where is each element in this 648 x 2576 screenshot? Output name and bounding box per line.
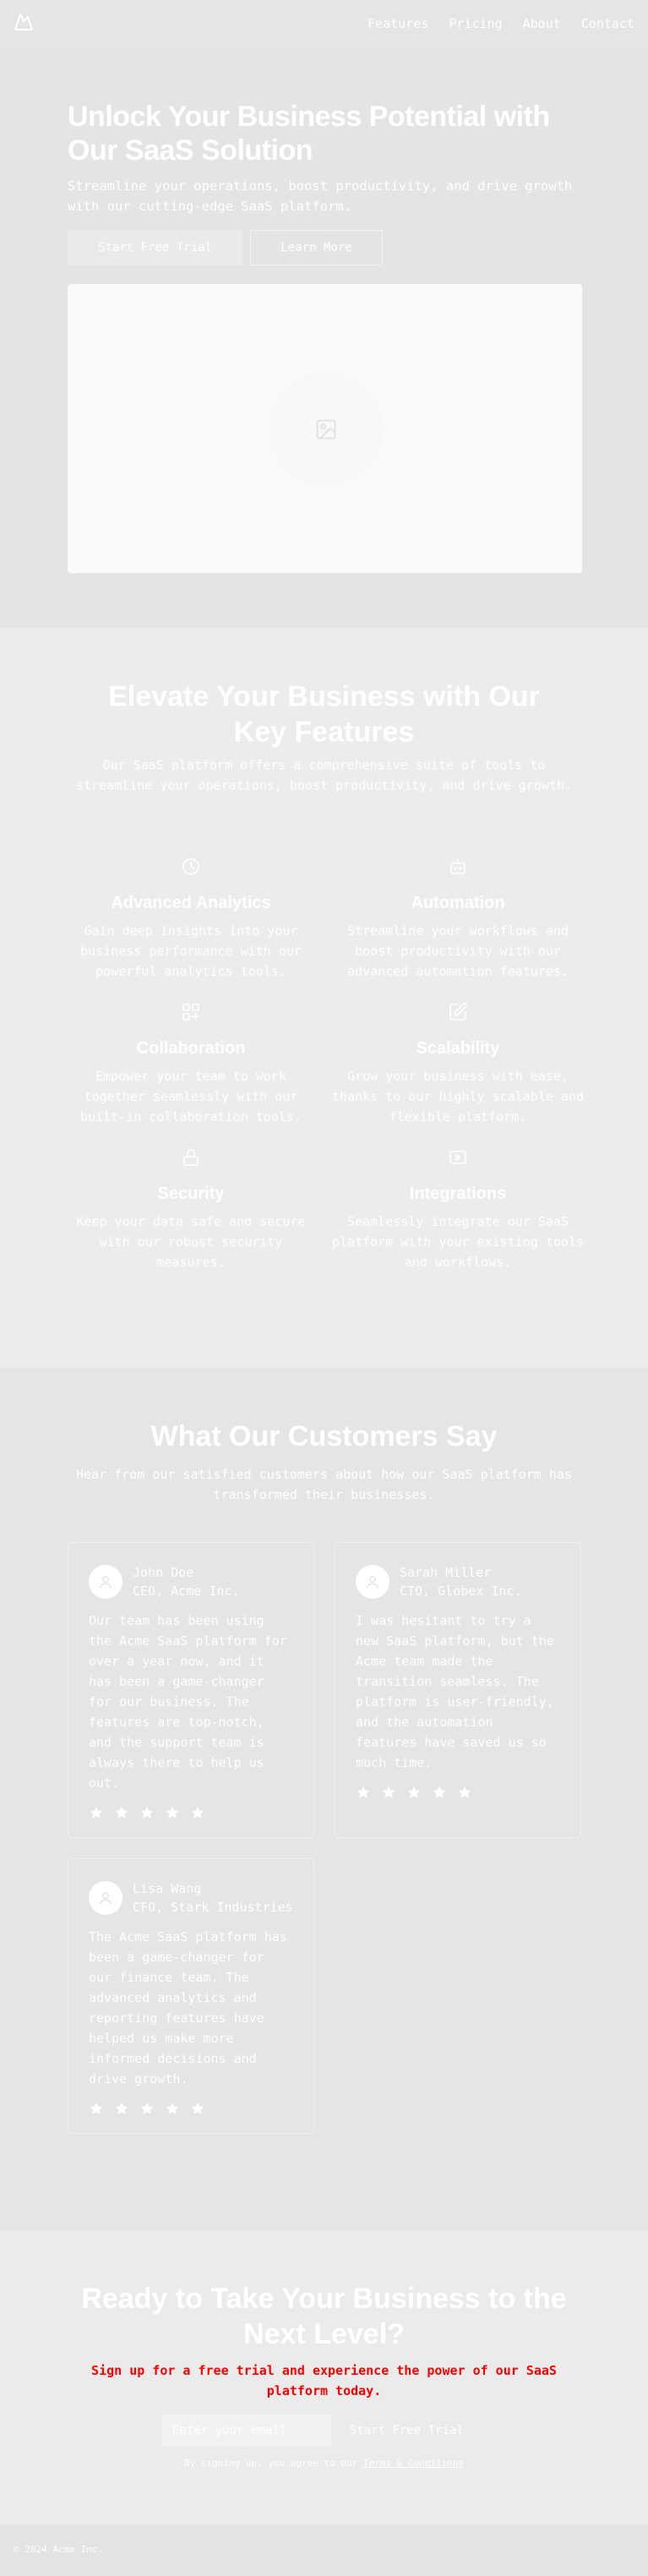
testimonial-quote: The Acme SaaS platform has been a game-c…: [89, 1929, 287, 2087]
star-icon: [433, 1786, 446, 1798]
testimonial-author: John Doe CEO, Acme Inc.: [89, 1563, 293, 1600]
testimonial-card: Lisa Wang CFO, Stark Industries The Acme…: [68, 1858, 314, 2134]
star-rating: [356, 1785, 560, 1800]
learn-more-button[interactable]: Learn More: [250, 230, 383, 265]
features-section: Elevate Your Business with Our Key Featu…: [0, 628, 648, 1368]
star-icon: [140, 2102, 154, 2114]
feature-title: Scalability: [416, 1039, 500, 1058]
author-name: Sarah Miller: [400, 1565, 492, 1580]
author-name: John Doe: [133, 1565, 194, 1580]
feature-title: Integrations: [409, 1184, 507, 1203]
testimonial-card: John Doe CEO, Acme Inc. Our team has bee…: [68, 1542, 314, 1838]
bot-icon: [450, 859, 466, 874]
star-icon: [357, 1786, 370, 1798]
nav-link-pricing[interactable]: Pricing: [449, 16, 502, 31]
user-icon: [366, 1576, 379, 1589]
cta-start-free-trial-button[interactable]: Start Free Trial: [340, 2415, 487, 2447]
feature-card-security: Security Keep your data safe and secure …: [64, 1147, 318, 1272]
feature-description: Gain deep insights into your business pe…: [80, 923, 302, 979]
star-icon: [191, 2102, 204, 2114]
nav-link-contact[interactable]: Contact: [581, 16, 634, 31]
main-nav: Features Pricing About Contact: [368, 16, 634, 31]
testimonials-section: What Our Customers Say Hear from our sat…: [0, 1368, 648, 2230]
terms-link[interactable]: Terms & Conditions: [363, 2458, 464, 2469]
lock-icon: [183, 1149, 199, 1166]
star-icon: [191, 1806, 204, 1819]
feature-title: Collaboration: [136, 1039, 246, 1058]
star-icon: [166, 1806, 179, 1819]
testimonial-card: Sarah Miller CTO, Globex Inc. I was hesi…: [335, 1542, 581, 1838]
testimonial-quote: Our team has been using the Acme SaaS pl…: [89, 1613, 287, 1791]
feature-card-scalability: Scalability Grow your business with ease…: [331, 1002, 585, 1127]
cta-title: Ready to Take Your Business to the Next …: [81, 2283, 567, 2350]
avatar: [89, 1565, 123, 1599]
gauge-icon: [182, 858, 199, 875]
start-free-trial-button[interactable]: Start Free Trial: [68, 230, 242, 265]
star-icon: [115, 1806, 128, 1819]
layout-grid-icon: [182, 1004, 199, 1020]
nav-link-features[interactable]: Features: [368, 16, 428, 31]
feature-card-collaboration: Collaboration Empower your team to work …: [64, 1002, 318, 1127]
feature-description: Grow your business with ease, thanks to …: [331, 1069, 584, 1124]
feature-card-integrations: Integrations Seamlessly integrate our Sa…: [331, 1147, 585, 1272]
hero-section: Unlock Your Business Potential with Our …: [0, 47, 648, 628]
avatar: [89, 1881, 123, 1915]
star-rating: [89, 1805, 293, 1820]
email-input[interactable]: [162, 2415, 331, 2447]
feature-card-automation: Automation Streamline your workflows and…: [331, 856, 585, 982]
feature-description: Seamlessly integrate our SaaS platform w…: [331, 1214, 584, 1270]
hero-subtitle: Streamline your operations, boost produc…: [68, 178, 573, 214]
feature-title: Advanced Analytics: [111, 894, 271, 912]
star-icon: [140, 1806, 154, 1819]
hero-title: Unlock Your Business Potential with Our …: [68, 101, 550, 167]
feature-description: Streamline your workflows and boost prod…: [347, 923, 569, 979]
site-footer: © 2024 Acme Inc.: [0, 2524, 648, 2576]
site-header: Features Pricing About Contact: [0, 0, 648, 47]
integration-icon: [449, 1151, 466, 1164]
star-rating: [89, 2101, 293, 2116]
terms-notice-text: By signing up, you agree to our: [183, 2458, 363, 2469]
mountain-icon[interactable]: [14, 12, 34, 36]
user-icon: [99, 1892, 112, 1905]
star-icon: [458, 1786, 471, 1798]
author-role: CTO, Globex Inc.: [400, 1583, 522, 1599]
star-icon: [407, 1786, 421, 1798]
testimonial-quote: I was hesitant to try a new SaaS platfor…: [356, 1613, 554, 1770]
star-icon: [382, 1786, 395, 1798]
feature-title: Automation: [411, 894, 505, 912]
star-icon: [90, 1806, 103, 1819]
features-subtitle: Our SaaS platform offers a comprehensive…: [76, 757, 572, 793]
author-name: Lisa Wang: [133, 1881, 202, 1896]
star-icon: [115, 2102, 128, 2114]
feature-card-analytics: Advanced Analytics Gain deep insights in…: [64, 856, 318, 982]
image-placeholder-icon: [316, 419, 336, 440]
author-role: CEO, Acme Inc.: [133, 1583, 240, 1599]
author-role: CFO, Stark Industries: [133, 1900, 293, 1915]
testimonials-title: What Our Customers Say: [150, 1420, 498, 1452]
avatar: [356, 1565, 389, 1599]
feature-description: Empower your team to work together seaml…: [80, 1069, 302, 1124]
feature-description: Keep your data safe and secure with our …: [76, 1214, 306, 1270]
hero-image-placeholder: [68, 284, 582, 573]
edit-square-icon: [449, 1003, 467, 1020]
star-icon: [166, 2102, 179, 2114]
testimonial-author: Sarah Miller CTO, Globex Inc.: [356, 1563, 560, 1600]
feature-title: Security: [157, 1184, 225, 1203]
cta-subtitle: Sign up for a free trial and experience …: [91, 2363, 557, 2398]
testimonials-subtitle: Hear from our satisfied customers about …: [76, 1467, 572, 1502]
star-icon: [90, 2102, 103, 2114]
features-title: Elevate Your Business with Our Key Featu…: [108, 681, 540, 748]
nav-link-about[interactable]: About: [523, 16, 561, 31]
terms-notice: By signing up, you agree to our Terms & …: [0, 2457, 648, 2470]
copyright-text: © 2024 Acme Inc.: [14, 2544, 103, 2555]
cta-section: Ready to Take Your Business to the Next …: [0, 2230, 648, 2524]
testimonial-author: Lisa Wang CFO, Stark Industries: [89, 1879, 293, 1917]
user-icon: [99, 1576, 112, 1589]
